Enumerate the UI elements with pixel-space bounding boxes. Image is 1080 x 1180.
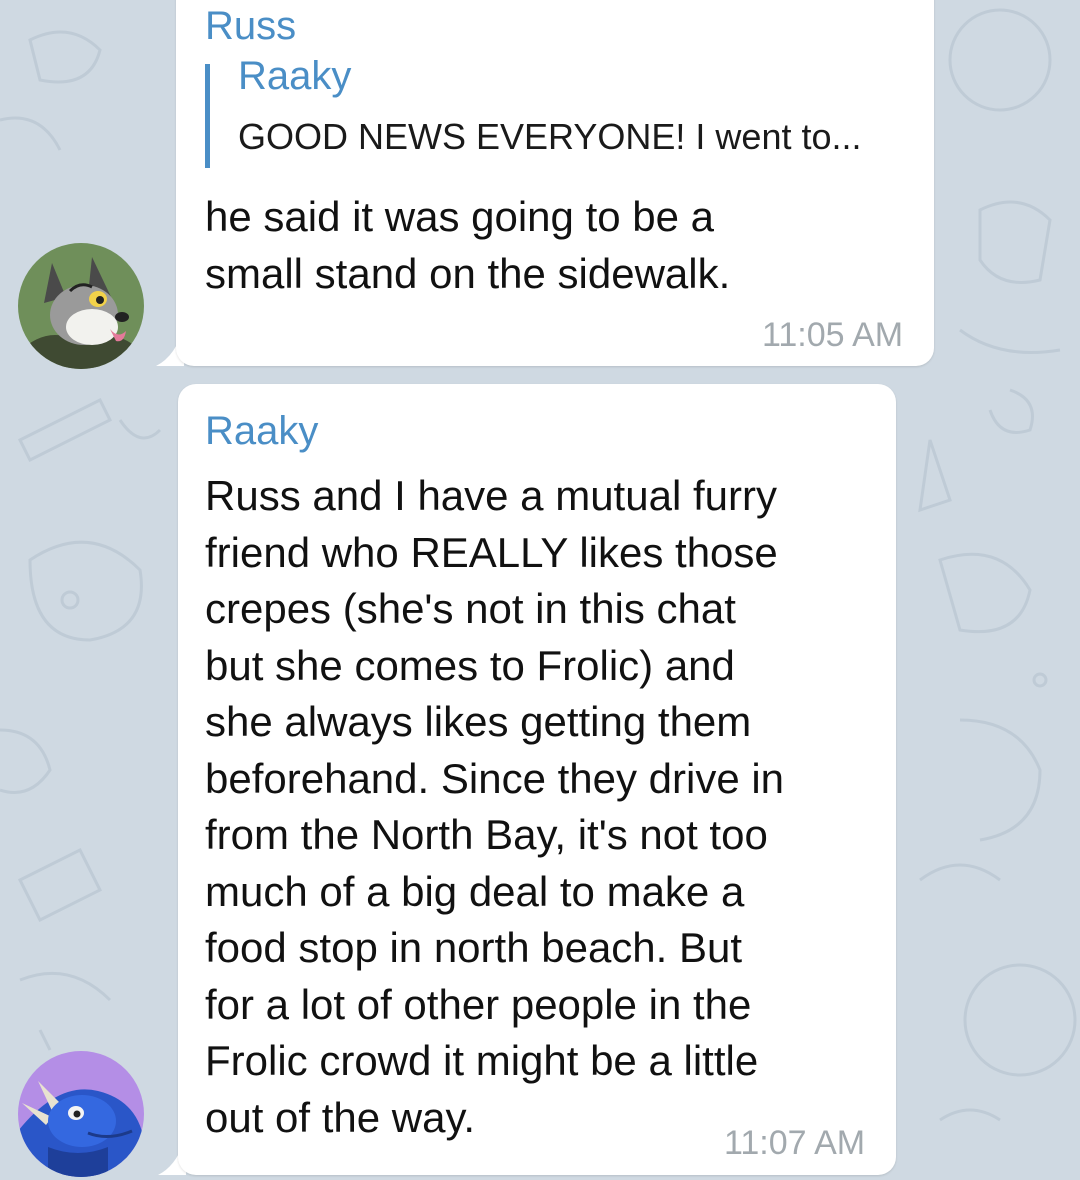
message-timestamp: 11:07 AM bbox=[724, 1124, 866, 1162]
message-line: but she comes to Frolic) and bbox=[205, 641, 735, 689]
dragon-avatar[interactable] bbox=[18, 1051, 144, 1177]
message-line: she always likes getting them bbox=[205, 698, 752, 745]
fox-avatar-image bbox=[18, 243, 144, 369]
message-line: friend who REALLY likes those bbox=[205, 528, 778, 576]
dragon-avatar-image bbox=[18, 1051, 144, 1177]
message-timestamp: 11:05 AM bbox=[762, 316, 904, 354]
message-line: he said it was going to be a bbox=[205, 193, 715, 240]
sender-name[interactable]: Raaky bbox=[205, 409, 318, 454]
message-line: Russ and I have a mutual furry bbox=[205, 472, 777, 519]
message-line: crepes (she's not in this chat bbox=[205, 585, 736, 632]
message-text: Russ and I have a mutual furry friend wh… bbox=[205, 468, 784, 1146]
message-line: small stand on the sidewalk. bbox=[205, 249, 731, 297]
message-line: for a lot of other people in the bbox=[205, 980, 752, 1028]
message-line: Frolic crowd it might be a little bbox=[205, 1037, 759, 1084]
fox-avatar[interactable] bbox=[18, 243, 144, 369]
reply-quote[interactable]: Raaky GOOD NEWS EVERYONE! I went to... bbox=[205, 54, 862, 168]
message-line: out of the way. bbox=[205, 1093, 476, 1141]
message-line: from the North Bay, it's not too bbox=[205, 811, 768, 858]
sender-name[interactable]: Russ bbox=[205, 4, 296, 49]
message-text: he said it was going to be a small stand… bbox=[205, 189, 730, 302]
reply-sender-name: Raaky bbox=[238, 54, 352, 98]
message-line: food stop in north beach. But bbox=[205, 924, 743, 971]
message-line: beforehand. Since they drive in bbox=[205, 754, 785, 802]
reply-preview-text: GOOD NEWS EVERYONE! I went to... bbox=[238, 116, 862, 157]
message-line: much of a big deal to make a bbox=[205, 867, 745, 915]
